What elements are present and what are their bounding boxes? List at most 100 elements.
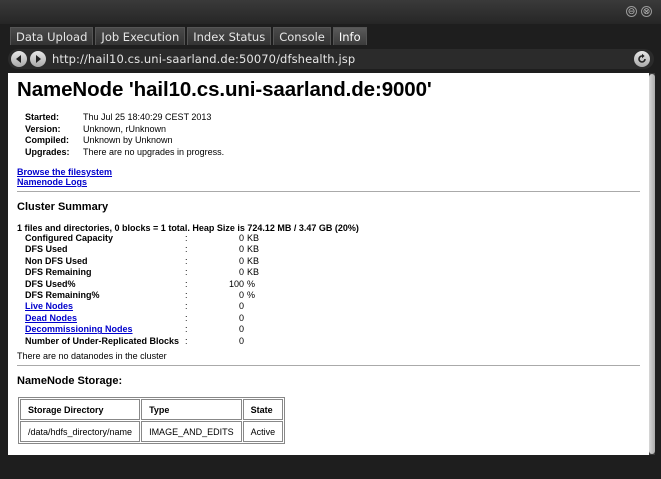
table-cell: Active	[242, 421, 284, 443]
stat-unit	[244, 336, 247, 347]
stat-unit	[244, 313, 247, 324]
info-row-upgrades: Upgrades: There are no upgrades in progr…	[25, 147, 640, 159]
info-label: Version:	[25, 123, 61, 134]
stat-row: DFS Used:0 KB	[25, 244, 640, 255]
navigation-bar: http://hail10.cs.uni-saarland.de:50070/d…	[8, 49, 654, 69]
back-button[interactable]	[11, 51, 27, 67]
no-datanodes-note: There are no datanodes in the cluster	[17, 351, 167, 362]
stat-label: Number of Under-Replicated Blocks	[25, 335, 180, 346]
table-header: Type	[141, 399, 242, 421]
stat-label-link[interactable]: Live Nodes	[25, 301, 185, 312]
stat-row: Dead Nodes:0	[25, 313, 640, 324]
web-viewport[interactable]: NameNode 'hail10.cs.uni-saarland.de:9000…	[8, 73, 649, 455]
stat-colon: :	[185, 255, 188, 266]
info-value: There are no upgrades in progress.	[83, 146, 225, 157]
stat-value: 0	[199, 244, 244, 255]
stat-colon: :	[185, 312, 188, 323]
tab-console[interactable]: Console	[273, 27, 331, 45]
stat-colon: :	[185, 267, 188, 278]
stat-value: 0	[199, 301, 244, 312]
namenode-storage-heading: NameNode Storage:	[17, 375, 123, 388]
stat-colon: :	[185, 278, 188, 289]
stat-colon: :	[185, 335, 188, 346]
info-value: Unknown by Unknown	[83, 135, 173, 145]
stat-row: Number of Under-Replicated Blocks:0	[25, 336, 640, 347]
stat-colon: :	[185, 301, 188, 312]
table-cell: /data/hdfs_directory/name	[20, 421, 141, 443]
page-title: NameNode 'hail10.cs.uni-saarland.de:9000…	[17, 78, 432, 101]
stat-unit	[244, 301, 247, 312]
stat-row: Decommissioning Nodes:0	[25, 324, 640, 335]
stat-value: 0	[199, 233, 244, 244]
back-arrow-icon	[16, 55, 21, 63]
stat-colon: :	[185, 244, 188, 255]
stat-label: DFS Remaining%	[25, 290, 100, 301]
browse-filesystem-link[interactable]: Browse the filesystem	[17, 167, 640, 177]
stat-unit: KB	[247, 233, 260, 243]
stat-unit	[244, 324, 247, 335]
forward-arrow-icon	[36, 55, 41, 63]
stat-row: DFS Remaining%:0%	[25, 290, 640, 301]
divider	[17, 365, 640, 367]
info-label: Upgrades:	[25, 146, 70, 157]
page-links: Browse the filesystem Namenode Logs	[17, 167, 640, 187]
window-titlebar: ⊖ ⊗	[0, 0, 661, 24]
table-header: State	[242, 399, 284, 421]
stat-label: DFS Remaining	[25, 267, 92, 278]
namenode-info: Started: Thu Jul 25 18:40:29 CEST 2013 V…	[25, 112, 640, 158]
stat-label-link[interactable]: Dead Nodes	[25, 313, 185, 324]
scrollbar-thumb[interactable]	[649, 74, 655, 454]
url-field[interactable]: http://hail10.cs.uni-saarland.de:50070/d…	[52, 51, 355, 67]
info-value: Unknown, rUnknown	[83, 123, 167, 134]
storage-table: Storage Directory Type State /data/hdfs_…	[18, 397, 286, 445]
stat-label: DFS Used%	[25, 278, 76, 289]
info-label: Started:	[25, 112, 60, 122]
stat-value: 0	[199, 290, 244, 301]
stat-value: 0	[199, 267, 244, 278]
info-label: Compiled:	[25, 135, 69, 145]
stat-unit: %	[247, 290, 256, 301]
table-header: Storage Directory	[20, 399, 141, 421]
reload-icon	[638, 53, 646, 63]
stat-value: 0	[199, 313, 244, 324]
forward-button[interactable]	[30, 51, 46, 67]
cluster-summary-line: 1 files and directories, 0 blocks = 1 to…	[17, 223, 359, 233]
stat-unit: KB	[247, 267, 260, 278]
stat-unit: KB	[247, 244, 260, 255]
namenode-page: NameNode 'hail10.cs.uni-saarland.de:9000…	[8, 73, 649, 455]
stat-unit: %	[247, 278, 256, 289]
table-header-row: Storage Directory Type State	[20, 399, 284, 421]
tab-info[interactable]: Info	[332, 27, 367, 45]
stat-colon: :	[185, 290, 188, 301]
tab-index-status[interactable]: Index Status	[187, 27, 272, 45]
stat-number: 100	[228, 278, 244, 289]
tab-bar: Data Upload Job Execution Index Status C…	[10, 27, 369, 45]
stat-label-link[interactable]: Decommissioning Nodes	[25, 324, 185, 335]
stat-value: 0	[199, 336, 244, 347]
info-row-compiled: Compiled: Unknown by Unknown	[25, 135, 640, 147]
window-bottom-edge	[0, 455, 661, 479]
stat-row: DFS Used%: 100%	[25, 279, 640, 290]
close-icon[interactable]: ⊗	[641, 6, 652, 17]
stat-label: DFS Used	[25, 244, 68, 255]
tab-job-execution[interactable]: Job Execution	[95, 27, 186, 45]
stat-row: Non DFS Used:0 KB	[25, 256, 640, 267]
reload-button[interactable]	[634, 51, 650, 67]
info-row-started: Started: Thu Jul 25 18:40:29 CEST 2013	[25, 112, 640, 124]
stat-value: 0	[199, 256, 244, 267]
tab-data-upload[interactable]: Data Upload	[10, 27, 94, 45]
info-row-version: Version: Unknown, rUnknown	[25, 124, 640, 136]
stat-value: 100	[199, 279, 244, 290]
cluster-stats: Configured Capacity:0 KB DFS Used:0 KB Non D…	[25, 233, 640, 347]
divider	[17, 191, 640, 192]
stat-label: Configured Capacity	[25, 233, 114, 243]
stat-value: 0	[199, 324, 244, 335]
stat-colon: :	[185, 233, 188, 243]
stat-label: Non DFS Used	[25, 255, 88, 266]
minimize-icon[interactable]: ⊖	[626, 6, 637, 17]
cluster-summary-heading: Cluster Summary	[17, 201, 109, 213]
stat-row: DFS Remaining:0 KB	[25, 267, 640, 278]
info-value: Thu Jul 25 18:40:29 CEST 2013	[83, 112, 212, 122]
namenode-logs-link[interactable]: Namenode Logs	[17, 177, 640, 187]
table-cell: IMAGE_AND_EDITS	[141, 421, 242, 443]
